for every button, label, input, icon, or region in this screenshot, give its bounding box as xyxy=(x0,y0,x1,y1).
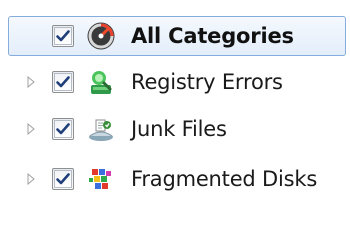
registry-icon xyxy=(85,66,117,98)
expand-arrow-icon[interactable] xyxy=(26,123,36,135)
tree-item-label: Junk Files xyxy=(131,117,227,141)
fragmented-disk-icon xyxy=(85,163,117,195)
checkmark-icon xyxy=(56,30,70,42)
checkbox-junk-files[interactable] xyxy=(52,118,74,140)
tree-item-registry-errors[interactable]: Registry Errors xyxy=(0,62,350,102)
tree-item-fragmented-disks[interactable]: Fragmented Disks xyxy=(0,159,350,199)
checkmark-icon xyxy=(56,76,70,88)
checkmark-icon xyxy=(56,173,70,185)
checkbox-fragmented-disks[interactable] xyxy=(52,168,74,190)
checkbox-registry-errors[interactable] xyxy=(52,71,74,93)
tree-item-label: Registry Errors xyxy=(131,70,283,94)
checkmark-icon xyxy=(56,123,70,135)
tree-item-label: All Categories xyxy=(131,24,294,48)
checkbox-all-categories[interactable] xyxy=(52,25,74,47)
tree-item-label: Fragmented Disks xyxy=(131,167,318,191)
speedometer-icon xyxy=(85,20,117,52)
tree-item-all-categories[interactable]: All Categories xyxy=(0,16,350,56)
junk-files-icon xyxy=(85,113,117,145)
expand-arrow-icon[interactable] xyxy=(26,173,36,185)
expand-arrow-icon[interactable] xyxy=(26,76,36,88)
tree-item-junk-files[interactable]: Junk Files xyxy=(0,109,350,149)
category-tree: All Categories Registry Errors Junk File… xyxy=(0,0,350,240)
